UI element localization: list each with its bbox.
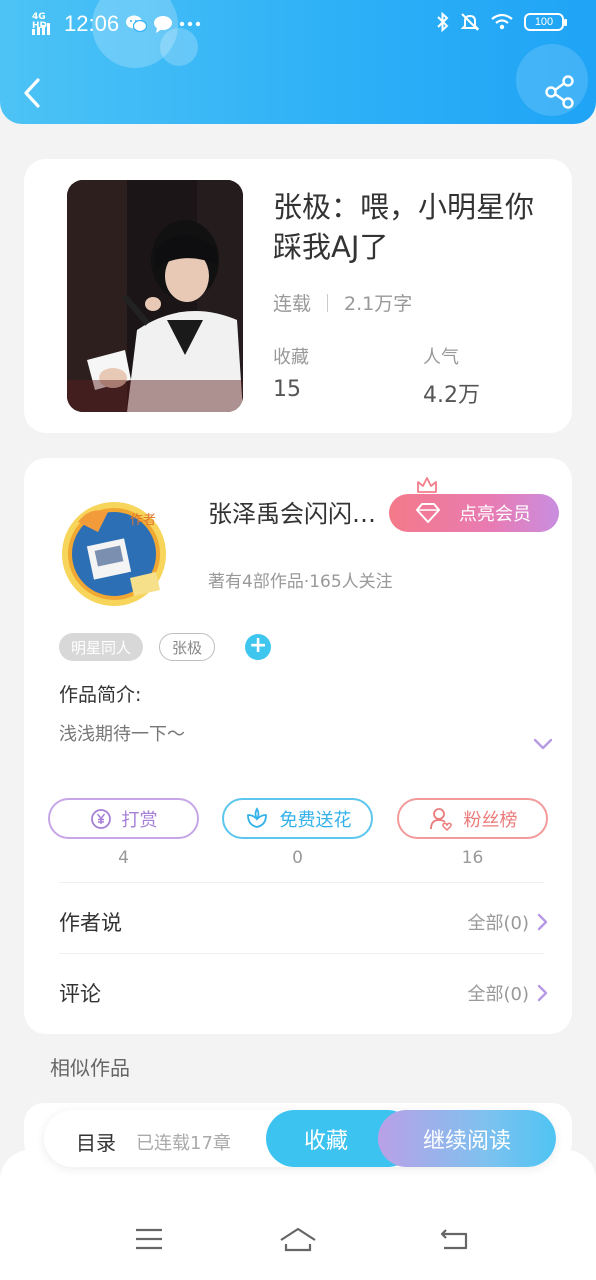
add-tag-button[interactable]: + (245, 634, 272, 660)
author-info: 著有4部作品·165人关注 (208, 572, 393, 592)
popularity-stat: 人气 4.2万 (423, 343, 480, 409)
bluetooth-icon (437, 12, 449, 32)
back-button[interactable] (18, 74, 48, 114)
favorites-stat: 收藏 15 (273, 343, 309, 402)
author-says-count: 全部(0) (467, 913, 530, 934)
author-avatar[interactable]: 作者 (38, 492, 194, 608)
intro-text: 浅浅期待一下～ (59, 724, 185, 745)
word-count: 2.1万字 (344, 293, 413, 315)
serial-status: 连载 (273, 293, 312, 315)
cellular-signal-icon: 4G HD (32, 13, 58, 35)
tip-button[interactable]: 打赏 (48, 798, 199, 839)
chevron-left-icon (24, 78, 40, 108)
yen-coin-icon (90, 808, 111, 829)
chevron-down-icon[interactable] (532, 736, 554, 752)
book-info-card: 张极：喂，小明星你踩我AJ了 连载 2.1万字 收藏 15 人气 4.2万 (24, 159, 572, 433)
author-says-row[interactable]: 作者说 全部(0) (59, 902, 549, 942)
popularity-value: 4.2万 (423, 383, 480, 408)
home-icon[interactable] (278, 1226, 318, 1254)
comments-label: 评论 (59, 982, 101, 1006)
back-nav-icon[interactable] (438, 1226, 470, 1252)
share-icon (545, 75, 574, 109)
header: 4G HD 12:06 100 (0, 0, 596, 124)
similar-works-heading: 相似作品 (50, 1056, 130, 1080)
wechat-icon (126, 15, 148, 33)
book-title: 张极：喂，小明星你踩我AJ了 (273, 190, 535, 264)
chapter-count: 已连载17章 (136, 1133, 231, 1154)
favorites-value: 15 (273, 377, 301, 402)
more-notifications-icon (179, 21, 201, 27)
message-icon (154, 16, 173, 33)
menu-icon[interactable] (134, 1226, 164, 1252)
status-time: 12:06 (64, 11, 120, 36)
wifi-icon (491, 13, 513, 30)
favorite-label: 收藏 (303, 1128, 348, 1154)
meta-divider (327, 293, 329, 312)
tag-item[interactable]: 张极 (159, 633, 216, 661)
status-bar: 4G HD 12:06 100 (0, 0, 596, 46)
author-says-label: 作者说 (59, 911, 122, 935)
system-nav-bar (0, 1214, 596, 1274)
avatar-badge: 作者 (130, 513, 156, 528)
cover-illustration (67, 180, 243, 412)
continue-reading-button[interactable]: 继续阅读 (378, 1110, 556, 1167)
book-cover-image[interactable] (67, 180, 243, 412)
popularity-label: 人气 (423, 347, 459, 368)
divider (59, 953, 544, 954)
continue-reading-label: 继续阅读 (422, 1128, 511, 1154)
chevron-right-icon (537, 984, 548, 1002)
battery-indicator: 100 (524, 13, 567, 31)
fan-count: 16 (461, 848, 484, 868)
tag-item[interactable]: 明星同人 (59, 633, 144, 661)
vip-label: 点亮会员 (459, 504, 531, 525)
flower-icon (246, 806, 267, 828)
vip-membership-button[interactable]: 点亮会员 (389, 494, 559, 532)
crown-icon (417, 477, 437, 493)
toc-button[interactable]: 目录 (76, 1127, 116, 1156)
reading-action-bar: 目录 已连载17章 收藏 继续阅读 (44, 1110, 556, 1167)
author-details-card: 作者 张泽禹会闪闪… 点亮会员 著有4部作品·165人关注 明星同人 张极 + … (24, 458, 572, 1034)
fan-user-icon (429, 807, 452, 831)
diamond-icon (416, 503, 440, 523)
chevron-right-icon (537, 913, 548, 931)
fan-ranking-button[interactable]: 粉丝榜 (397, 798, 548, 839)
fan-ranking-label: 粉丝榜 (463, 809, 518, 831)
tip-label: 打赏 (121, 809, 158, 831)
tip-count: 4 (118, 848, 129, 868)
book-meta: 连载 2.1万字 (273, 289, 412, 316)
share-button[interactable] (544, 74, 576, 110)
favorites-label: 收藏 (273, 347, 309, 368)
tag-list: 明星同人 张极 + (59, 633, 272, 661)
mute-bell-icon (460, 13, 480, 31)
avatar-illustration: 作者 (62, 502, 166, 606)
send-flower-label: 免费送花 (279, 809, 352, 831)
divider (59, 882, 544, 883)
flower-count: 0 (292, 848, 303, 868)
comments-row[interactable]: 评论 全部(0) (59, 973, 549, 1013)
author-name[interactable]: 张泽禹会闪闪… (208, 494, 398, 529)
comments-count: 全部(0) (467, 984, 530, 1005)
intro-label: 作品简介: (59, 684, 142, 706)
send-flower-button[interactable]: 免费送花 (222, 798, 373, 839)
